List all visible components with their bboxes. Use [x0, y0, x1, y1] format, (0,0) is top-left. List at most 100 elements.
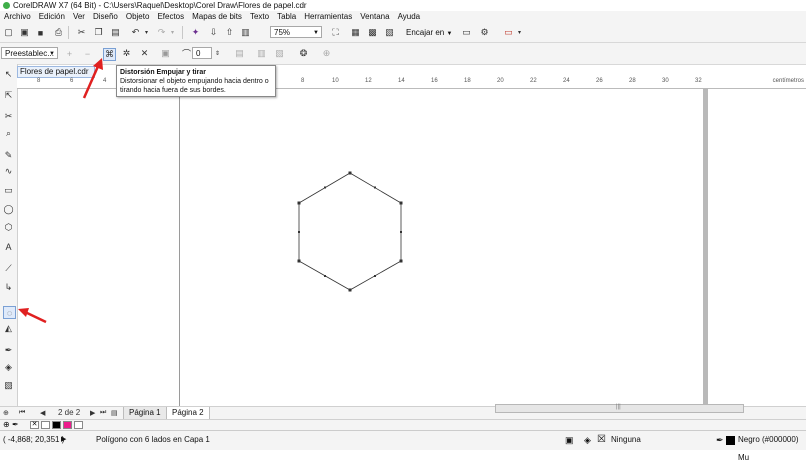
previous-page-icon[interactable]: ◀ [40, 409, 45, 417]
application-launcher-icon[interactable]: ▭ [503, 27, 514, 38]
menu-tabla[interactable]: Tabla [273, 11, 300, 23]
center-distortion-icon[interactable]: ▣ [160, 48, 171, 59]
shape-tool-icon[interactable]: ⇱ [3, 90, 14, 101]
full-screen-icon[interactable]: ⛶ [330, 27, 341, 38]
clear-distortion-icon[interactable]: ▥ [256, 48, 267, 59]
paste-icon[interactable]: ▤ [110, 27, 121, 38]
eyedropper-icon[interactable]: ✒ [12, 420, 19, 429]
menu-objeto[interactable]: Objeto [122, 11, 154, 23]
empty-swatch[interactable] [74, 421, 83, 429]
connector-tool-icon[interactable]: ↳ [3, 282, 14, 293]
toolbar-separator [68, 26, 69, 39]
freeze-icon[interactable]: ❂ [298, 48, 309, 59]
artistic-media-tool-icon[interactable]: ∿ [3, 166, 14, 177]
menu-herramientas[interactable]: Herramientas [300, 11, 356, 23]
menu-ayuda[interactable]: Ayuda [394, 11, 425, 23]
ruler-mark: 8 [301, 78, 305, 84]
pick-tool-icon[interactable]: ↖ [3, 69, 14, 80]
cursor-coordinates: ( -4,868; 20,351 ) [3, 435, 65, 444]
copy-icon[interactable]: ❐ [93, 27, 104, 38]
transparency-tool-icon[interactable]: ◭ [3, 323, 14, 334]
red-arrow-icon [82, 58, 103, 99]
welcome-screen-icon[interactable]: ▭ [461, 27, 472, 38]
save-icon[interactable]: ■ [35, 27, 46, 38]
menu-ventana[interactable]: Ventana [356, 11, 393, 23]
black-swatch[interactable] [52, 421, 61, 429]
distort-tool-icon[interactable]: ◌ [3, 306, 16, 319]
ruler-mark: 32 [695, 78, 702, 84]
magenta-swatch[interactable] [63, 421, 72, 429]
toolbar-separator [182, 26, 183, 39]
white-swatch[interactable] [41, 421, 50, 429]
add-icon[interactable]: ⊕ [321, 48, 332, 59]
first-page-icon[interactable]: ⏮ [19, 409, 25, 417]
amplitude-input[interactable]: 0 [192, 47, 212, 59]
text-tool-icon[interactable]: A [3, 241, 14, 252]
polygon-tool-icon[interactable]: ⬡ [3, 222, 14, 233]
redo-icon[interactable]: ↷ [156, 27, 167, 38]
open-folder-icon[interactable]: ▣ [19, 27, 30, 38]
palette-add-icon[interactable]: ⊕ [3, 420, 10, 429]
menu-mapas-de-bits[interactable]: Mapas de bits [188, 11, 246, 23]
undo-dropdown-icon[interactable]: ▾ [141, 27, 152, 38]
search-content-icon[interactable]: ✦ [190, 27, 201, 38]
menu-archivo[interactable]: Archivo [0, 11, 35, 23]
menu-edicion[interactable]: Edición [35, 11, 69, 23]
preset-combo[interactable]: Preestablec... ▼ [1, 47, 58, 59]
page-left-border [179, 88, 180, 406]
twister-distortion-icon[interactable]: ✕ [139, 48, 150, 59]
coreldraw-app-icon [3, 2, 10, 10]
undo-icon[interactable]: ↶ [130, 27, 141, 38]
print-icon[interactable]: ⎙ [53, 27, 64, 38]
eyedropper-tool-icon[interactable]: ✒ [3, 345, 14, 356]
interactive-fill-tool-icon[interactable]: ◈ [3, 362, 14, 373]
launcher-dropdown-icon[interactable]: ▾ [514, 27, 525, 38]
fill-bucket-icon[interactable]: ◈ [584, 431, 591, 449]
property-bar: Preestablec... ▼ + − ⌘ ✲ ✕ ▣ ⌒ 0 ⇕ ▤ ▥ ▧ … [0, 43, 806, 65]
page-icon[interactable]: ▤ [111, 409, 118, 417]
ruler-mark: 26 [596, 78, 603, 84]
zipper-distortion-icon[interactable]: ✲ [121, 48, 132, 59]
horizontal-scrollbar[interactable]: ||| [495, 404, 744, 413]
hexagon-polygon[interactable] [290, 165, 410, 300]
cut-icon[interactable]: ✂ [76, 27, 87, 38]
new-document-icon[interactable]: ▢ [3, 27, 14, 38]
show-guides-icon[interactable]: ▧ [384, 27, 395, 38]
rectangle-tool-icon[interactable]: ▭ [3, 185, 14, 196]
snap-to-dropdown[interactable]: Encajar en ▼ [406, 28, 452, 37]
ruler-mark: 10 [332, 78, 339, 84]
show-grid-icon[interactable]: ▩ [367, 27, 378, 38]
next-page-icon[interactable]: ▶ [90, 409, 95, 417]
zoom-combo[interactable]: 75% ▼ [270, 26, 322, 38]
scroll-grip-icon[interactable]: ||| [616, 404, 621, 410]
ellipse-tool-icon[interactable]: ◯ [3, 204, 14, 215]
copy-distortion-icon[interactable]: ▤ [234, 48, 245, 59]
title-bar: CorelDRAW X7 (64 Bit) - C:\Users\Raquel\… [0, 0, 806, 11]
redo-dropdown-icon[interactable]: ▾ [167, 27, 178, 38]
convert-to-curves-icon[interactable]: ▧ [274, 48, 285, 59]
last-page-icon[interactable]: ⏭ [100, 409, 106, 417]
smart-fill-tool-icon[interactable]: ▧ [3, 380, 14, 391]
add-page-icon[interactable]: ⊕ [3, 409, 9, 417]
menu-diseno[interactable]: Diseño [89, 11, 122, 23]
no-color-swatch[interactable]: ✕ [30, 421, 39, 429]
parallel-dimension-tool-icon[interactable]: ⟋ [3, 263, 14, 274]
add-preset-icon[interactable]: + [64, 48, 75, 59]
crop-tool-icon[interactable]: ✂ [3, 111, 14, 122]
export-icon[interactable]: ⇧ [224, 27, 235, 38]
coords-arrow-icon[interactable]: ▶ [61, 431, 66, 449]
show-rulers-icon[interactable]: ▦ [350, 27, 361, 38]
menu-efectos[interactable]: Efectos [153, 11, 188, 23]
import-icon[interactable]: ⇩ [208, 27, 219, 38]
menu-ver[interactable]: Ver [69, 11, 89, 23]
freehand-tool-icon[interactable]: ✎ [3, 150, 14, 161]
menu-texto[interactable]: Texto [246, 11, 273, 23]
amplitude-spinner-icon[interactable]: ⇕ [212, 48, 223, 59]
fill-options-icon[interactable]: ▣ [565, 431, 574, 449]
amplitude-icon: ⌒ [181, 49, 191, 59]
publish-pdf-icon[interactable]: ▥ [240, 27, 251, 38]
outline-pen-icon[interactable]: ✒ [716, 431, 724, 449]
options-icon[interactable]: ⚙ [479, 27, 490, 38]
outline-color-swatch [726, 436, 735, 445]
zoom-tool-icon[interactable]: ⌕ [3, 128, 14, 139]
